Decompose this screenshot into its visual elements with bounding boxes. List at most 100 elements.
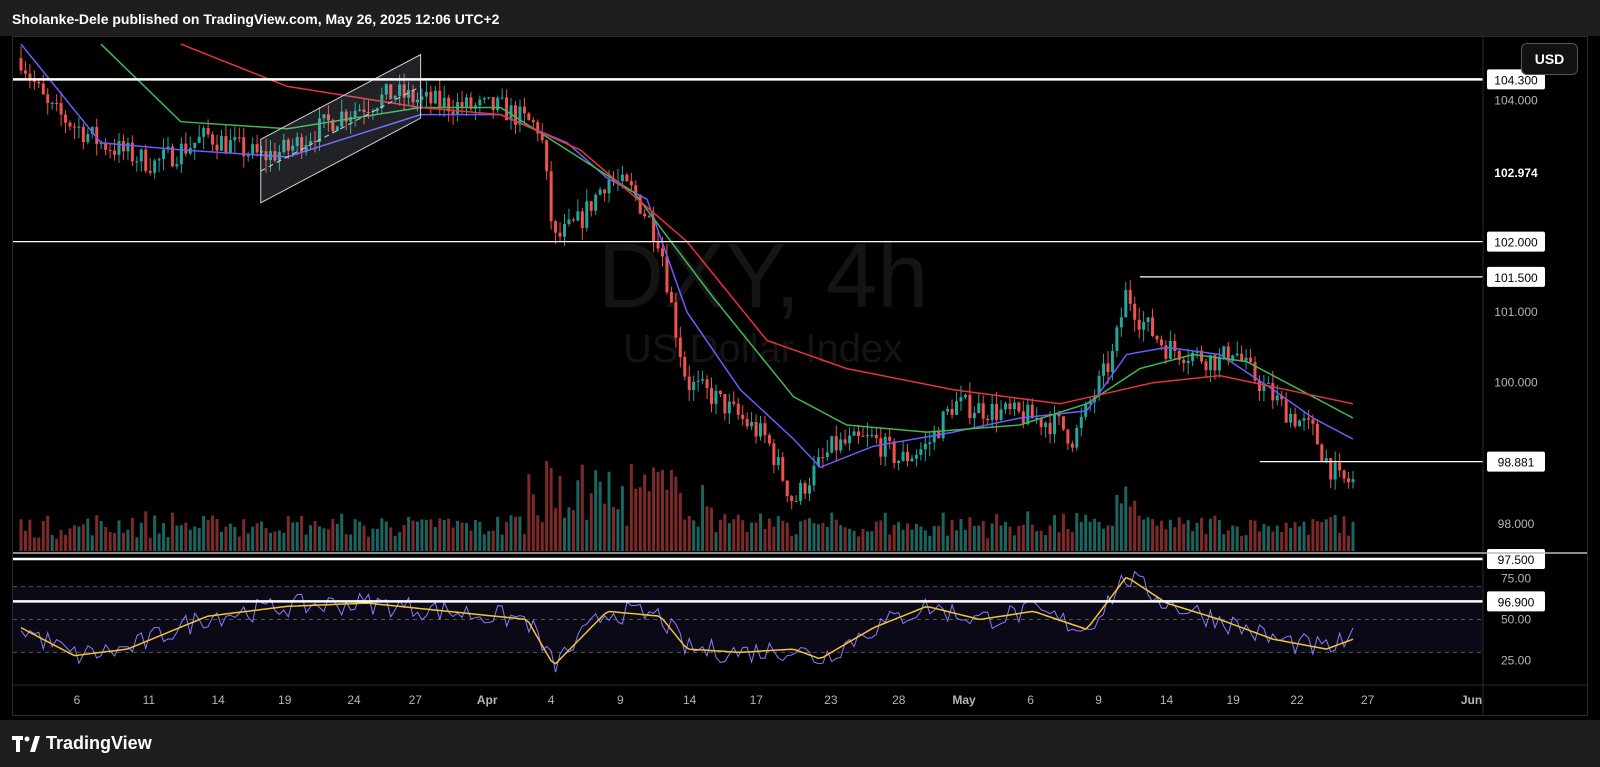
chart-frame[interactable]: DXY, 4h US Dollar Index 104.300 102.000 10… (12, 36, 1588, 716)
volume-bar (518, 516, 522, 551)
volume-bar (130, 517, 134, 551)
rsi-pane (13, 570, 1483, 673)
volume-bar (300, 515, 304, 551)
candle-body (785, 480, 789, 497)
candle-body (1186, 360, 1190, 364)
volume-bar (701, 485, 705, 551)
price-chart[interactable]: DXY, 4h US Dollar Index 104.300 102.000 10… (13, 37, 1587, 715)
candle-body (585, 201, 589, 228)
volume-bar (1142, 519, 1146, 551)
volume-bar (968, 517, 972, 551)
volume-bar (1155, 525, 1159, 551)
time-tick-label: 9 (1095, 693, 1102, 707)
volume-bar (741, 520, 745, 551)
volume-bar (1351, 521, 1355, 551)
volume-bar (723, 514, 727, 551)
volume-bar (108, 531, 112, 551)
volume-bar (505, 522, 509, 551)
volume-bar (687, 516, 691, 551)
volume-bar (638, 487, 642, 551)
volume-bar (1048, 525, 1052, 551)
candle-body (1298, 420, 1302, 427)
volume-bar (389, 527, 393, 551)
volume-bar (286, 516, 290, 551)
volume-bar (1017, 525, 1021, 551)
volume-bar (674, 476, 678, 551)
candle-body (1311, 419, 1315, 424)
time-axis[interactable]: 6 11 14 19 24 27 Apr 4 9 14 17 23 28 May 6 9 14 19 22 27 Jun (13, 684, 1587, 707)
volume-bar (576, 480, 580, 551)
level-label: 104.300 (1494, 73, 1538, 87)
candle-body (202, 127, 206, 137)
volume-bar (959, 519, 963, 551)
volume-bar (718, 519, 722, 551)
candle-body (233, 137, 237, 141)
volume-bar (669, 469, 673, 551)
time-tick-label: 19 (278, 693, 292, 707)
publisher-info: Sholanke-Dele published on TradingView.c… (12, 11, 500, 27)
volume-bar (1133, 500, 1137, 551)
volume-bar (1182, 523, 1186, 551)
volume-bar (175, 525, 179, 551)
volume-bar (603, 503, 607, 551)
volume-bar (473, 519, 477, 551)
tradingview-logo[interactable]: TradingView (12, 733, 152, 754)
volume-bar (41, 520, 45, 551)
volume-bar (763, 528, 767, 551)
volume-bar (415, 521, 419, 551)
volume-bar (375, 528, 379, 551)
price-tick-label: 100.000 (1494, 376, 1538, 390)
candle-body (705, 379, 709, 389)
volume-bar (309, 525, 313, 551)
volume-bar (1302, 521, 1306, 551)
volume-bar (776, 516, 780, 551)
level-label: 101.500 (1494, 271, 1538, 285)
volume-bar (1208, 518, 1212, 551)
volume-bar (121, 532, 125, 551)
volume-bar (696, 526, 700, 551)
volume-bar (170, 512, 174, 551)
candle-body (861, 435, 865, 437)
candle-body (478, 99, 482, 106)
volume-bar (340, 513, 344, 551)
volume-bar (865, 531, 869, 551)
volume-bar (166, 537, 170, 551)
volume-bar (500, 534, 504, 551)
volume-bar (157, 533, 161, 551)
volume-bar (910, 529, 914, 551)
candle-body (620, 174, 624, 182)
volume-bar (1320, 521, 1324, 551)
candle-body (72, 126, 76, 128)
candle-body (1159, 339, 1163, 346)
currency-button[interactable]: USD (1521, 43, 1578, 75)
volume-bar (1293, 522, 1297, 551)
volume-bar (759, 513, 763, 551)
candle-body (955, 401, 959, 415)
time-tick-label: 6 (74, 693, 81, 707)
volume-bar (1088, 521, 1092, 551)
volume-bar (264, 528, 268, 551)
candle-body (977, 403, 981, 414)
candle-body (741, 414, 745, 419)
volume-bar (1177, 517, 1181, 551)
volume-bar (496, 516, 500, 551)
volume-bar (1119, 503, 1123, 551)
volume-bar (620, 486, 624, 551)
time-tick-label: May (952, 693, 976, 707)
candle-body (81, 126, 85, 143)
candle-body (108, 150, 112, 152)
time-tick-label: 14 (211, 693, 225, 707)
volume-bar (558, 475, 562, 551)
volume-bar (451, 527, 455, 551)
volume-bar (531, 494, 535, 551)
candle-body (487, 97, 491, 99)
volume-bar (72, 525, 76, 551)
volume-bar (839, 525, 843, 551)
volume-bar (1244, 535, 1248, 551)
candle-body (660, 248, 664, 257)
ascending-channel[interactable] (260, 53, 422, 204)
candle-body (669, 292, 673, 303)
candle-body (892, 441, 896, 463)
volume-bar (442, 520, 446, 551)
volume-bar (384, 521, 388, 551)
